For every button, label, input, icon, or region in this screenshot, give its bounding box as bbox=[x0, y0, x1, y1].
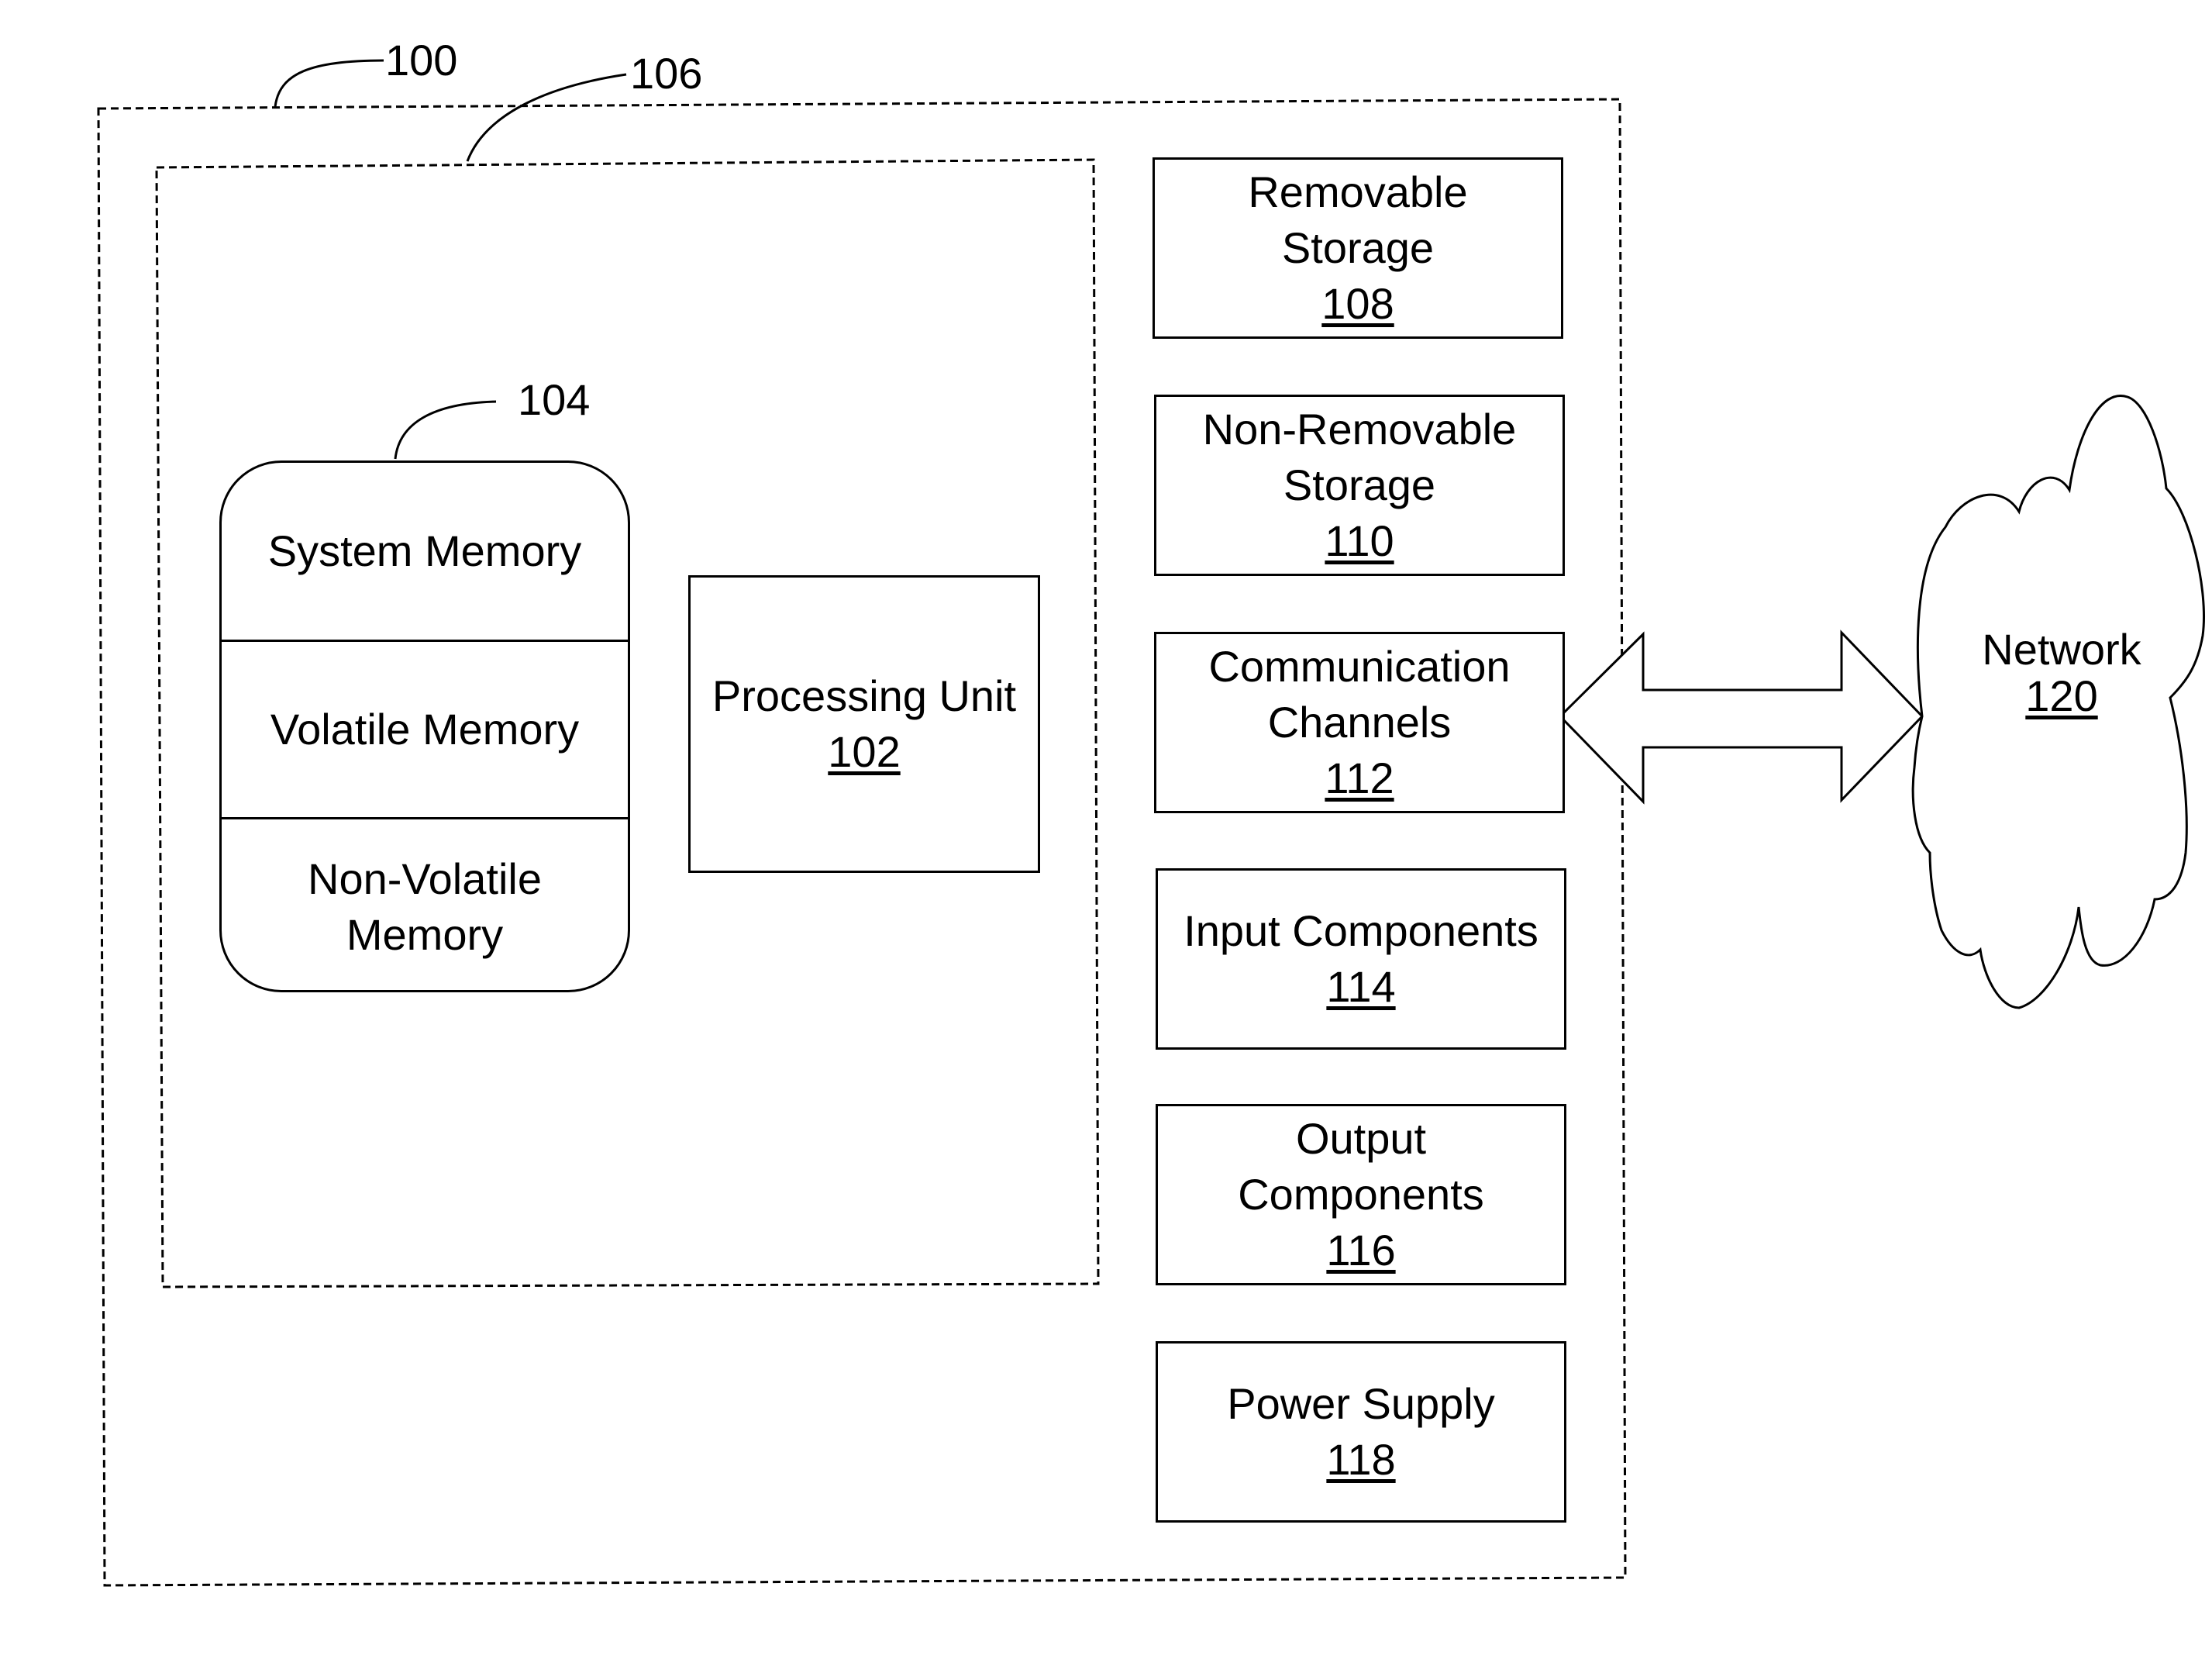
input-components-label: Input Components bbox=[1184, 906, 1538, 955]
communication-channels-label: Communication Channels bbox=[1208, 642, 1511, 747]
input-components-number: 114 bbox=[1326, 962, 1396, 1011]
power-supply-label: Power Supply bbox=[1227, 1379, 1495, 1428]
removable-storage-label: Removable Storage bbox=[1248, 167, 1468, 272]
output-components-box: Output Components 116 bbox=[1156, 1104, 1566, 1285]
power-supply-number: 118 bbox=[1326, 1435, 1396, 1484]
processing-unit-label: Processing Unit bbox=[711, 671, 1017, 720]
ref-label-104: 104 bbox=[518, 375, 591, 424]
memory-stack: System Memory Volatile Memory Non-Volati… bbox=[219, 460, 630, 992]
non-volatile-memory-label: Non-Volatile Memory bbox=[308, 854, 542, 959]
output-components-number: 116 bbox=[1326, 1226, 1396, 1275]
network-label: Network bbox=[1982, 625, 2141, 674]
network-text: Network 120 bbox=[1969, 626, 2155, 719]
input-components-box: Input Components 114 bbox=[1156, 868, 1566, 1050]
ref-label-106: 106 bbox=[630, 49, 703, 98]
volatile-memory-section: Volatile Memory bbox=[222, 642, 628, 817]
leader-104 bbox=[394, 400, 497, 460]
non-removable-storage-box: Non-Removable Storage 110 bbox=[1154, 395, 1565, 576]
removable-storage-number: 108 bbox=[1321, 279, 1394, 328]
network-number: 120 bbox=[2025, 671, 2098, 720]
non-volatile-memory-section: Non-Volatile Memory bbox=[222, 819, 628, 990]
output-components-label: Output Components bbox=[1238, 1114, 1484, 1219]
ref-label-100: 100 bbox=[385, 36, 458, 85]
processing-unit-number: 102 bbox=[828, 727, 901, 776]
non-removable-storage-number: 110 bbox=[1325, 516, 1394, 565]
removable-storage-box: Removable Storage 108 bbox=[1153, 157, 1563, 339]
leader-100 bbox=[274, 59, 384, 108]
processing-unit-box: Processing Unit 102 bbox=[688, 575, 1040, 873]
communication-channels-number: 112 bbox=[1325, 754, 1394, 802]
power-supply-box: Power Supply 118 bbox=[1156, 1341, 1566, 1523]
volatile-memory-label: Volatile Memory bbox=[270, 705, 580, 754]
system-memory-section: System Memory bbox=[222, 463, 628, 640]
communication-channels-box: Communication Channels 112 bbox=[1154, 632, 1565, 813]
leader-106 bbox=[466, 73, 627, 162]
bidirectional-arrow bbox=[1558, 629, 1924, 805]
system-memory-label: System Memory bbox=[267, 526, 582, 575]
non-removable-storage-label: Non-Removable Storage bbox=[1202, 405, 1517, 509]
